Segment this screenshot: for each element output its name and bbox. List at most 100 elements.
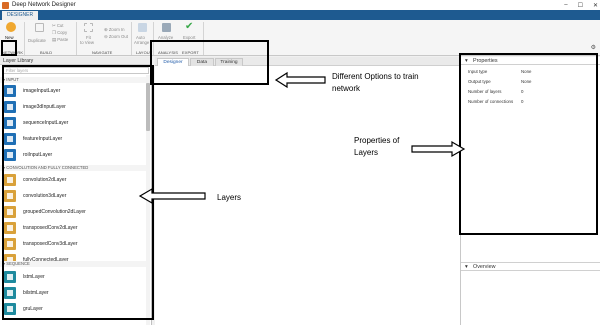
layer-label: image3dInputLayer: [23, 104, 66, 110]
layer-item[interactable]: convolution2dLayer: [0, 172, 150, 188]
section-navigate: NAVIGATE: [92, 50, 113, 55]
layer-label: transposedConv3dLayer: [23, 241, 78, 247]
roi-input-icon: [4, 149, 16, 161]
property-value: None: [521, 69, 532, 74]
minimize-icon[interactable]: –: [564, 2, 567, 8]
property-label: Number of connections: [468, 99, 514, 104]
cut-button[interactable]: ✂ Cut: [52, 23, 64, 28]
layer-library-scrollbar[interactable]: [146, 75, 150, 325]
layer-label: convolution3dLayer: [23, 193, 67, 199]
analyze-button[interactable]: Analyze: [156, 22, 178, 48]
analyze-icon: [162, 23, 171, 32]
plus-icon: [6, 22, 16, 32]
fit-icon: [84, 23, 93, 32]
zoom-out-label: Zoom Out: [108, 34, 128, 39]
export-label: Export: [183, 35, 196, 40]
properties-title-label: Properties: [473, 58, 498, 64]
layer-label: featureInputLayer: [23, 136, 63, 142]
property-value: 0: [521, 99, 524, 104]
layer-item[interactable]: lstmLayer: [0, 269, 150, 285]
lstm-icon: [4, 271, 16, 283]
conv3d-icon: [4, 190, 16, 202]
cut-label: Cut: [56, 23, 64, 28]
duplicate-button[interactable]: Duplicate: [28, 22, 52, 48]
annotation-options-line1: Different Options to train: [332, 72, 419, 81]
zoom-out-icon: ⊖: [104, 34, 108, 39]
layer-library-title: Layer Library: [0, 57, 151, 65]
copy-button[interactable]: ❐ Copy: [52, 30, 67, 35]
layer-item[interactable]: sequenceInputLayer: [0, 115, 150, 131]
property-label: Number of layers: [468, 89, 502, 94]
designer-canvas[interactable]: [155, 66, 460, 325]
fit-to-view-button[interactable]: Fit to View: [80, 22, 98, 48]
tab-data[interactable]: Data: [190, 58, 214, 66]
matlab-app-icon: [2, 1, 9, 9]
layer-label: transposedConv2dLayer: [23, 225, 78, 231]
triangle-icon: ▾: [3, 77, 6, 82]
copy-icon: ❐: [52, 30, 56, 35]
property-label: Output type: [468, 79, 491, 84]
layer-item[interactable]: groupedConvolution2dLayer: [0, 204, 150, 220]
tab-designer[interactable]: DESIGNER: [2, 11, 38, 20]
section-header-convolution[interactable]: ▾ CONVOLUTION AND FULLY CONNECTED: [0, 165, 150, 171]
layer-label: convolution2dLayer: [23, 177, 67, 183]
app-window: Deep Network Designer – ☐ ✕ DESIGNER New…: [0, 0, 600, 325]
annotation-layers: Layers: [217, 193, 242, 202]
separator: [76, 22, 77, 55]
annotation-properties-line2: Layers: [354, 148, 379, 157]
layer-item[interactable]: featureInputLayer: [0, 131, 150, 147]
layer-item[interactable]: transposedConv2dLayer: [0, 220, 150, 236]
layer-item[interactable]: image3dInputLayer: [0, 99, 150, 115]
paste-label: Paste: [57, 37, 69, 42]
section-build: BUILD: [40, 50, 53, 55]
tab-training[interactable]: Training: [215, 58, 243, 66]
layer-item[interactable]: roiInputLayer: [0, 147, 150, 163]
duplicate-icon: [35, 23, 44, 32]
new-button-label: New: [5, 35, 14, 40]
layer-item[interactable]: convolution3dLayer: [0, 188, 150, 204]
layer-item[interactable]: imageInputLayer: [0, 83, 150, 99]
feature-input-icon: [4, 133, 16, 145]
zoom-in-button[interactable]: ⊕ Zoom In: [104, 27, 125, 32]
transposed-conv2d-icon: [4, 222, 16, 234]
tab-designer-canvas[interactable]: Designer: [157, 58, 189, 66]
annotation-options-line2: network: [332, 84, 361, 93]
new-button[interactable]: New: [4, 22, 18, 48]
zoom-in-label: Zoom In: [108, 27, 125, 32]
layer-label: sequenceInputLayer: [23, 120, 69, 126]
image3d-input-icon: [4, 101, 16, 113]
separator: [153, 22, 154, 55]
layer-label: groupedConvolution2dLayer: [23, 209, 86, 215]
title-bar: Deep Network Designer – ☐ ✕: [0, 0, 600, 10]
paste-button[interactable]: ▤ Paste: [52, 37, 68, 42]
auto-arrange-button[interactable]: Auto Arrange: [134, 22, 152, 48]
check-icon: ✔: [185, 21, 194, 32]
window-controls: – ☐ ✕: [564, 0, 598, 10]
gear-icon[interactable]: ⚙: [591, 44, 596, 51]
section-header-sequence[interactable]: ▾ SEQUENCE: [0, 261, 150, 267]
scrollbar-thumb[interactable]: [146, 83, 150, 131]
duplicate-label: Duplicate: [28, 38, 46, 43]
section-seq-label: SEQUENCE: [6, 261, 30, 266]
paste-icon: ▤: [52, 37, 57, 42]
auto-label-2: Arrange: [134, 40, 150, 45]
conv2d-icon: [4, 174, 16, 186]
maximize-icon[interactable]: ☐: [578, 2, 583, 9]
gru-icon: [4, 303, 16, 315]
filter-layers-input[interactable]: Filter layers: [3, 67, 149, 74]
layer-item[interactable]: transposedConv3dLayer: [0, 236, 150, 252]
toolstrip: New Duplicate ✂ Cut ❐ Copy ▤ Paste Fit t…: [0, 20, 600, 56]
overview-title-label: Overview: [473, 264, 496, 270]
zoom-out-button[interactable]: ⊖ Zoom Out: [104, 34, 128, 39]
section-input-label: INPUT: [6, 77, 19, 82]
layer-library-panel: Layer Library Filter layers ▾ INPUT imag…: [0, 57, 152, 325]
property-value: 0: [521, 89, 524, 94]
triangle-icon: ▾: [3, 165, 6, 170]
annotation-properties-line1: Properties of: [354, 136, 400, 145]
export-button[interactable]: ✔ Export: [180, 22, 200, 48]
layer-item[interactable]: bilstmLayer: [0, 285, 150, 301]
close-icon[interactable]: ✕: [593, 2, 598, 9]
layer-item[interactable]: gruLayer: [0, 301, 150, 317]
separator: [24, 22, 25, 55]
analyze-label: Analyze: [158, 35, 174, 40]
